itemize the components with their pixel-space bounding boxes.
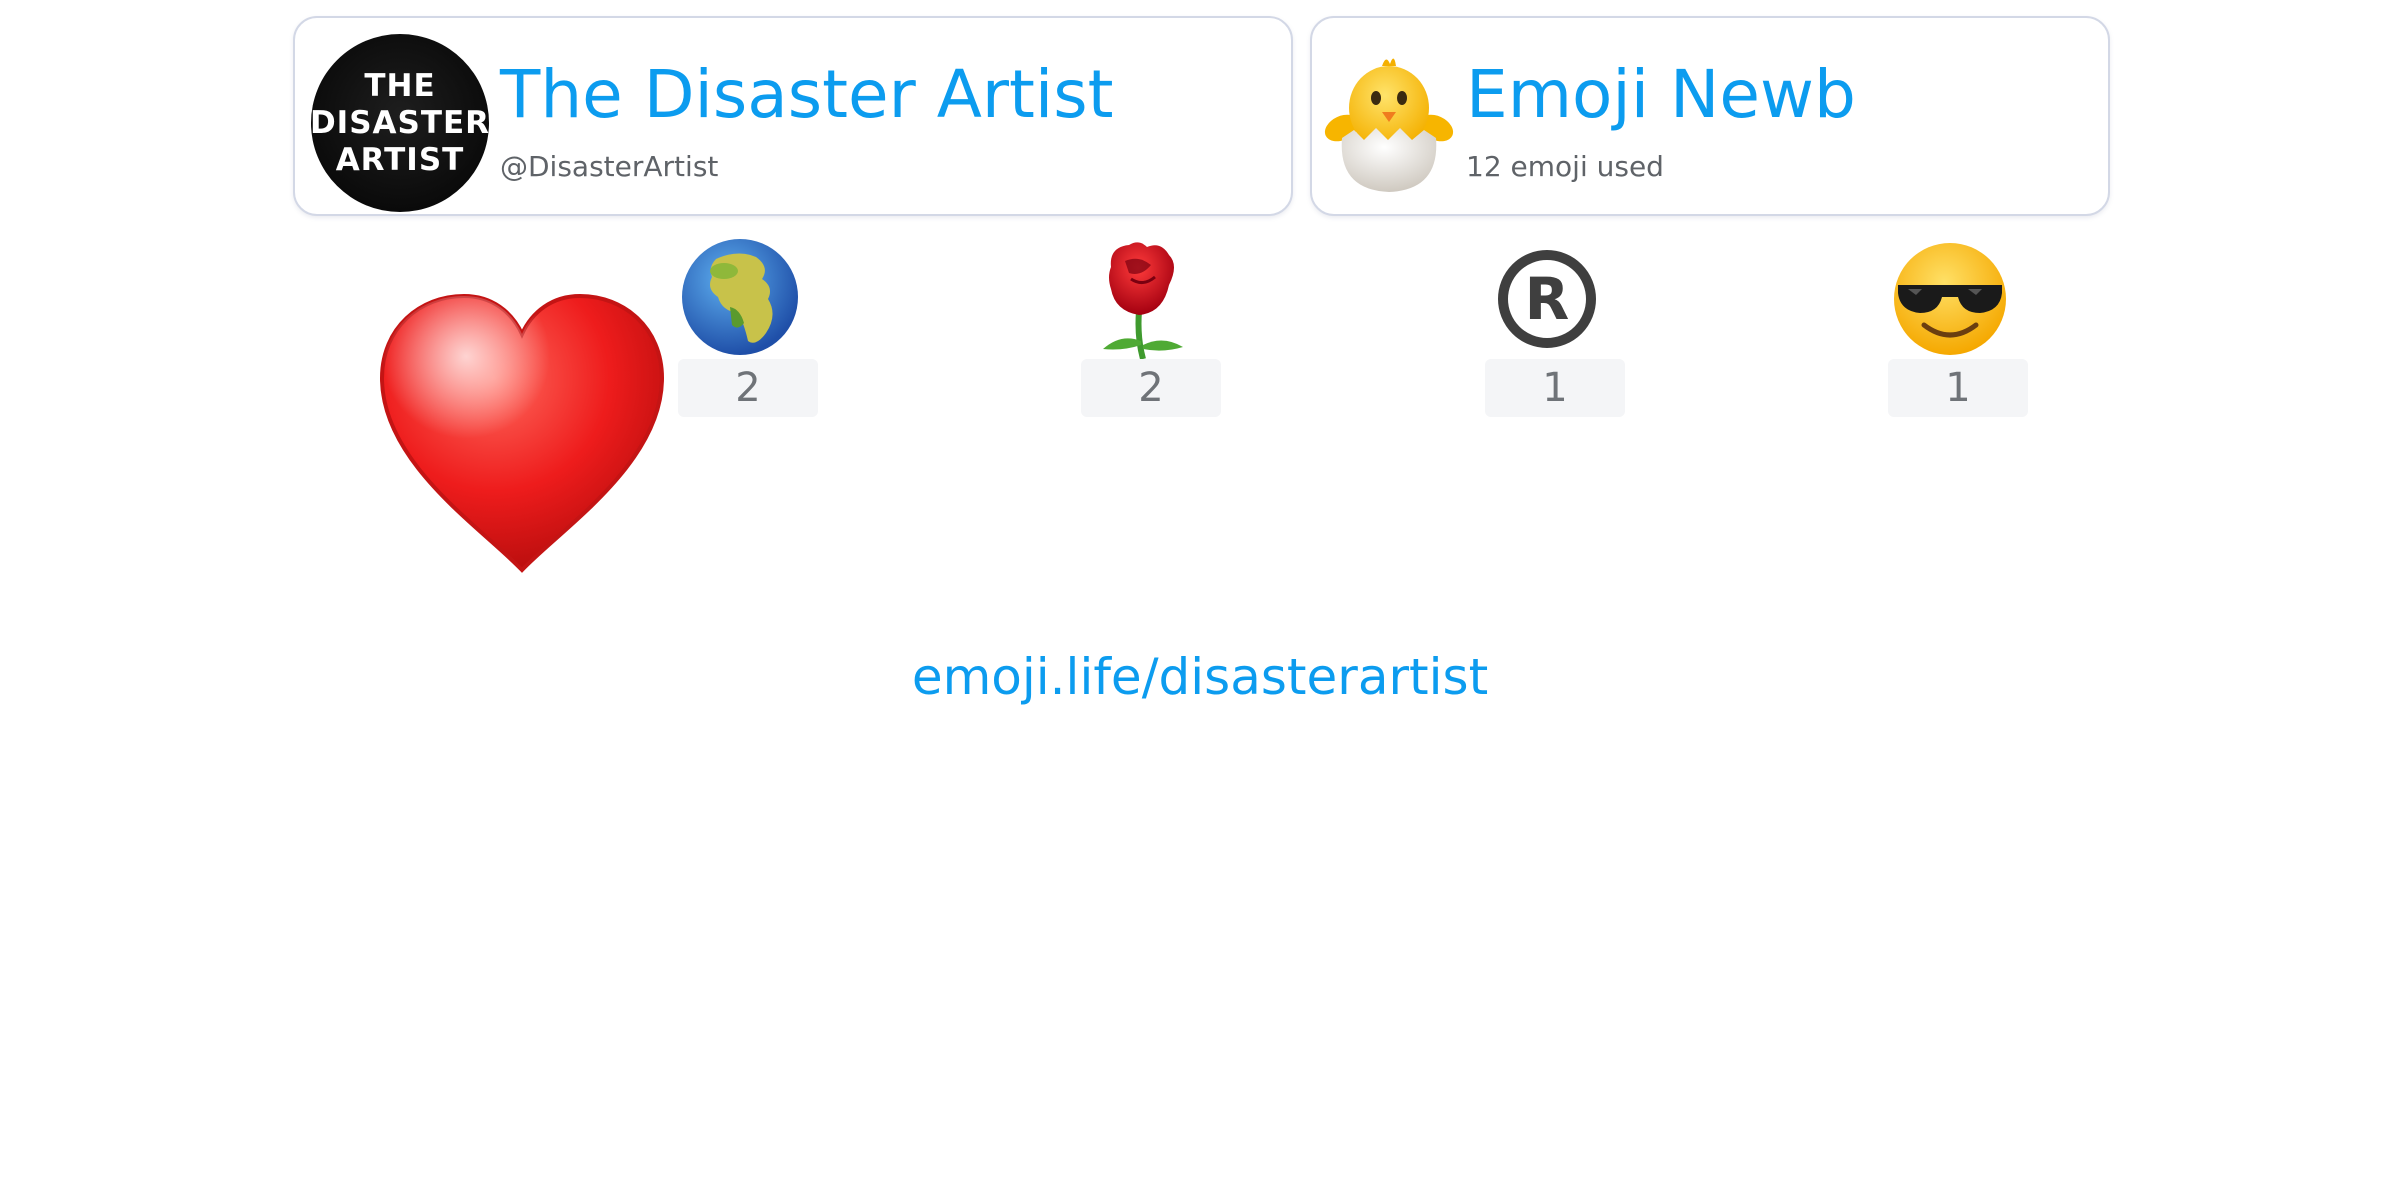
avatar-text-line-1: THE: [364, 67, 436, 104]
emoji-count-item[interactable]: 2: [678, 237, 818, 427]
avatar-text-line-2: DISASTER: [311, 104, 489, 141]
emoji-count: 2: [1081, 359, 1221, 417]
globe-europe-africa-icon: [682, 239, 798, 355]
emoji-count-item[interactable]: 1: [1888, 237, 2028, 427]
emoji-count: 2: [678, 359, 818, 417]
avatar-text-line-3: ARTIST: [335, 141, 465, 178]
rank-title: Emoji Newb: [1466, 56, 1856, 133]
profile-handle: @DisasterArtist: [500, 150, 719, 183]
registered-sign-icon: R: [1498, 250, 1596, 348]
hatching-chick-icon: [1324, 58, 1454, 192]
profile-link[interactable]: emoji.life/disasterartist: [0, 648, 2400, 706]
emoji-count-item[interactable]: R 1: [1485, 237, 1625, 427]
emoji-used-count: 12 emoji used: [1466, 150, 1664, 183]
emoji-count-item[interactable]: 2: [1081, 237, 1221, 427]
emoji-count: 1: [1888, 359, 2028, 417]
profile-card: THE DISASTER ARTIST The Disaster Artist …: [293, 16, 1293, 216]
svg-text:R: R: [1525, 265, 1570, 333]
emoji-count: 1: [1485, 359, 1625, 417]
red-heart-icon: [379, 293, 665, 573]
avatar[interactable]: THE DISASTER ARTIST: [311, 34, 489, 212]
rose-icon: [1103, 242, 1183, 359]
smiling-face-with-sunglasses-icon: [1894, 243, 2006, 355]
rank-card: Emoji Newb 12 emoji used: [1310, 16, 2110, 216]
profile-name: The Disaster Artist: [500, 56, 1114, 133]
